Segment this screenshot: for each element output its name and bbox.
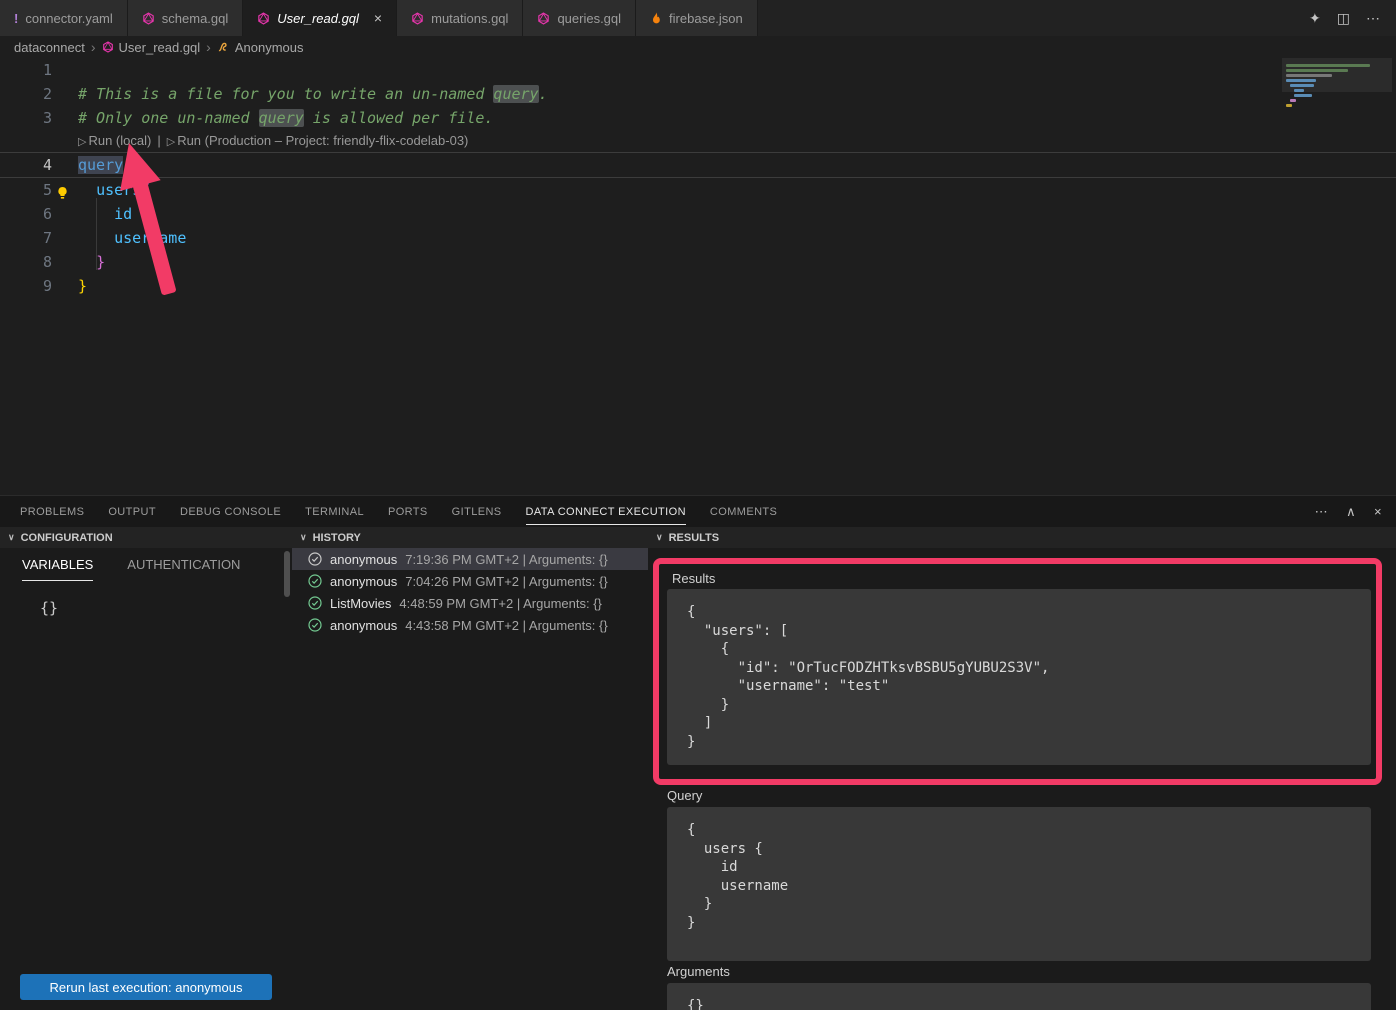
graphql-icon bbox=[102, 41, 114, 53]
copilot-sparkle-icon[interactable]: ✦ bbox=[1309, 10, 1321, 27]
results-section: ∨ RESULTS Results { "users": [ { "id": "… bbox=[648, 527, 1396, 1010]
code-line-1: 1 bbox=[0, 58, 1396, 82]
panel-tab-comments[interactable]: COMMENTS bbox=[710, 499, 777, 525]
run-local-link[interactable]: ▷Run (local) bbox=[78, 130, 151, 152]
panel-tab-gitlens[interactable]: GITLENS bbox=[452, 499, 502, 525]
check-circle-icon bbox=[308, 574, 322, 588]
code-line-8: 8 } bbox=[0, 250, 1396, 274]
panel-tab-output[interactable]: OUTPUT bbox=[108, 499, 156, 525]
run-production-link[interactable]: ▷Run (Production – Project: friendly-fli… bbox=[167, 130, 469, 152]
word-highlight: query bbox=[259, 109, 304, 127]
chevron-right-icon: › bbox=[206, 39, 211, 55]
results-json: { "users": [ { "id": "OrTucFODZHTksvBSBU… bbox=[667, 589, 1371, 765]
close-icon[interactable]: × bbox=[374, 10, 382, 26]
check-circle-icon bbox=[308, 596, 322, 610]
selected-word: query bbox=[78, 156, 123, 174]
tab-label: firebase.json bbox=[669, 11, 743, 26]
rerun-last-execution-button[interactable]: Rerun last execution: anonymous bbox=[20, 974, 272, 1000]
tab-label: schema.gql bbox=[162, 11, 228, 26]
panel-actions: ⋯ ∧ × bbox=[1315, 504, 1396, 520]
chevron-right-icon: › bbox=[91, 39, 96, 55]
vscode-window: ! connector.yaml schema.gql User_read.gq… bbox=[0, 0, 1396, 1010]
tab-connector-yaml[interactable]: ! connector.yaml bbox=[0, 0, 128, 36]
code-line-6: 6 id bbox=[0, 202, 1396, 226]
graphql-icon bbox=[411, 12, 424, 25]
code-line-5: 5 users{ bbox=[0, 178, 1396, 202]
query-symbol-icon bbox=[217, 41, 230, 53]
tab-schema-gql[interactable]: schema.gql bbox=[128, 0, 243, 36]
breadcrumb-symbol[interactable]: Anonymous bbox=[217, 40, 304, 55]
panel-tab-debug-console[interactable]: DEBUG CONSOLE bbox=[180, 499, 281, 525]
history-item[interactable]: ListMovies 4:48:59 PM GMT+2 | Arguments:… bbox=[292, 592, 648, 614]
graphql-icon bbox=[537, 12, 550, 25]
warning-icon: ! bbox=[14, 11, 18, 26]
history-item[interactable]: anonymous 4:43:58 PM GMT+2 | Arguments: … bbox=[292, 614, 648, 636]
results-header[interactable]: ∨ RESULTS bbox=[648, 527, 1396, 548]
split-editor-icon[interactable]: ◫ bbox=[1337, 10, 1350, 27]
tab-mutations-gql[interactable]: mutations.gql bbox=[397, 0, 523, 36]
panel-tab-ports[interactable]: PORTS bbox=[388, 499, 428, 525]
code-line-7: 7 username bbox=[0, 226, 1396, 250]
graphql-icon bbox=[257, 12, 270, 25]
maximize-panel-icon[interactable]: ∧ bbox=[1346, 504, 1356, 520]
history-header[interactable]: ∨ HISTORY bbox=[292, 527, 648, 548]
configuration-header[interactable]: ∨ CONFIGURATION bbox=[0, 527, 292, 548]
history-item[interactable]: anonymous 7:04:26 PM GMT+2 | Arguments: … bbox=[292, 570, 648, 592]
tab-label: mutations.gql bbox=[431, 11, 508, 26]
check-circle-icon bbox=[308, 552, 322, 566]
tab-firebase-json[interactable]: firebase.json bbox=[636, 0, 758, 36]
configuration-tabs: VARIABLES AUTHENTICATION bbox=[22, 557, 240, 581]
panel-tab-problems[interactable]: PROBLEMS bbox=[20, 499, 84, 525]
close-panel-icon[interactable]: × bbox=[1374, 504, 1382, 520]
chevron-down-icon: ∨ bbox=[656, 532, 663, 543]
minimap[interactable] bbox=[1282, 58, 1392, 198]
editor-actions: ✦ ◫ ⋯ bbox=[1309, 0, 1396, 36]
flame-icon bbox=[650, 12, 662, 25]
results-label: Results bbox=[672, 571, 715, 586]
variables-editor[interactable]: {} bbox=[40, 599, 58, 617]
run-icon: ▷ bbox=[78, 136, 86, 148]
tab-queries-gql[interactable]: queries.gql bbox=[523, 0, 636, 36]
configuration-section: ∨ CONFIGURATION VARIABLES AUTHENTICATION… bbox=[0, 527, 293, 1010]
scrollbar-thumb[interactable] bbox=[284, 551, 290, 597]
arguments-label: Arguments bbox=[667, 964, 730, 979]
code-line-2: 2 # This is a file for you to write an u… bbox=[0, 82, 1396, 106]
code-line-3: 3 # Only one un-named query is allowed p… bbox=[0, 106, 1396, 130]
run-icon: ▷ bbox=[167, 136, 175, 148]
history-item[interactable]: anonymous 7:19:36 PM GMT+2 | Arguments: … bbox=[292, 548, 648, 570]
panel-tab-data-connect-execution[interactable]: DATA CONNECT EXECUTION bbox=[526, 499, 686, 525]
chevron-down-icon: ∨ bbox=[8, 532, 15, 543]
graphql-icon bbox=[142, 12, 155, 25]
tab-label: queries.gql bbox=[557, 11, 621, 26]
editor-tab-bar: ! connector.yaml schema.gql User_read.gq… bbox=[0, 0, 1396, 36]
breadcrumb-file[interactable]: User_read.gql bbox=[102, 40, 201, 55]
codelens-row: ▷Run (local) | ▷Run (Production – Projec… bbox=[0, 130, 1396, 152]
tab-user-read-gql[interactable]: User_read.gql × bbox=[243, 0, 397, 36]
check-circle-icon bbox=[308, 618, 322, 632]
tab-label: connector.yaml bbox=[25, 11, 112, 26]
breadcrumb-folder[interactable]: dataconnect bbox=[14, 40, 85, 55]
panel-tab-terminal[interactable]: TERMINAL bbox=[305, 499, 364, 525]
history-section: ∨ HISTORY anonymous 7:19:36 PM GMT+2 | A… bbox=[292, 527, 649, 1010]
arguments-text: {} bbox=[667, 983, 1371, 1010]
word-highlight: query bbox=[493, 85, 538, 103]
tab-label: User_read.gql bbox=[277, 11, 359, 26]
tab-variables[interactable]: VARIABLES bbox=[22, 557, 93, 581]
code-line-9: 9 } bbox=[0, 274, 1396, 298]
bottom-panel: PROBLEMS OUTPUT DEBUG CONSOLE TERMINAL P… bbox=[0, 495, 1396, 1010]
more-actions-icon[interactable]: ⋯ bbox=[1366, 10, 1380, 27]
code-editor[interactable]: 1 2 # This is a file for you to write an… bbox=[0, 58, 1396, 495]
breadcrumb: dataconnect › User_read.gql › Anonymous bbox=[0, 36, 1396, 58]
query-label: Query bbox=[667, 788, 702, 803]
chevron-down-icon: ∨ bbox=[300, 532, 307, 543]
tab-authentication[interactable]: AUTHENTICATION bbox=[127, 557, 240, 581]
more-actions-icon[interactable]: ⋯ bbox=[1315, 504, 1328, 520]
code-line-4: 4 query { bbox=[0, 152, 1396, 178]
panel-tab-bar: PROBLEMS OUTPUT DEBUG CONSOLE TERMINAL P… bbox=[0, 496, 1396, 527]
query-text: { users { id username } } bbox=[667, 807, 1371, 961]
